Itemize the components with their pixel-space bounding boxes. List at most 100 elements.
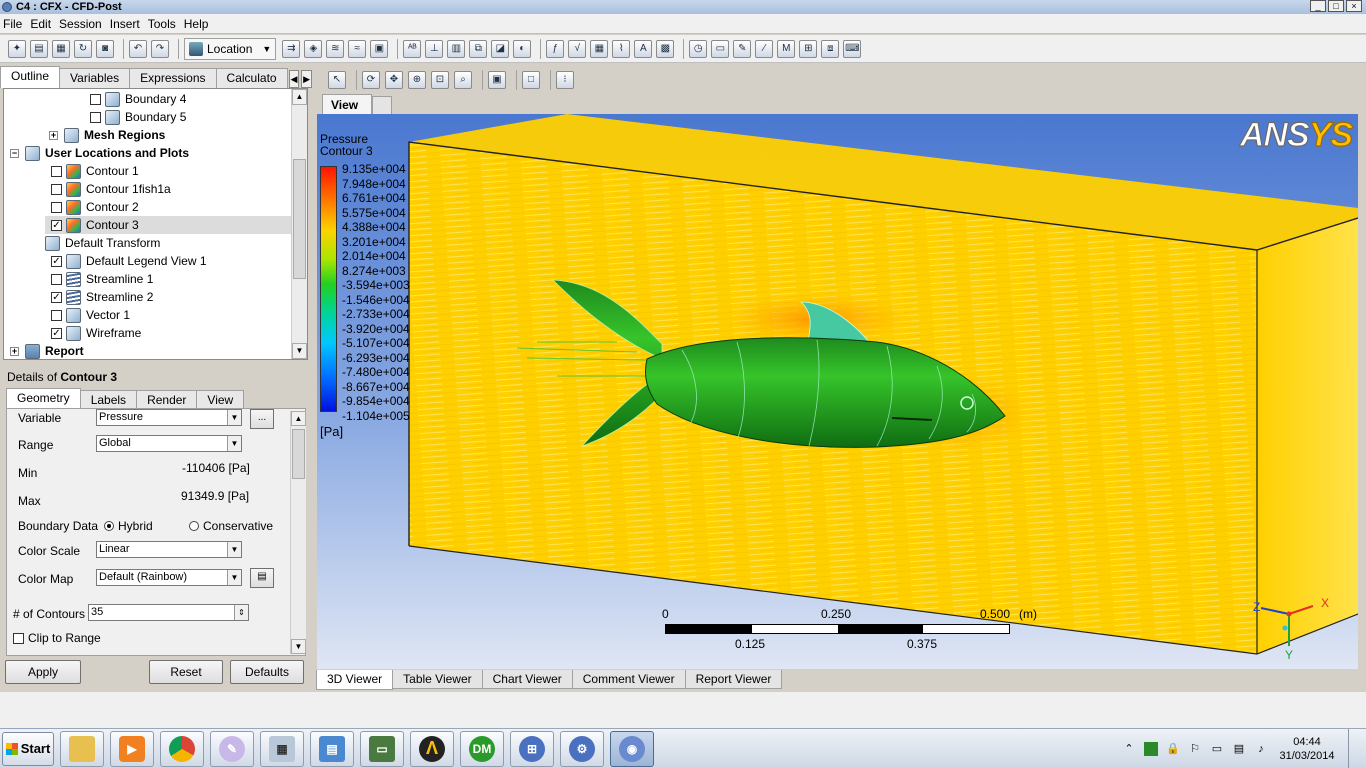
- case-comparison-icon[interactable]: ⧈: [821, 39, 840, 58]
- animation-icon[interactable]: ▭: [711, 39, 730, 58]
- visibility-checkbox[interactable]: [51, 183, 62, 195]
- taskbar-media-player[interactable]: ▶: [110, 730, 154, 767]
- scroll-thumb[interactable]: [292, 429, 305, 479]
- viewport-tab-extra[interactable]: [372, 96, 392, 114]
- maximize-button[interactable]: □: [1328, 0, 1344, 12]
- tree-item-contour-1fish1a[interactable]: Contour 1fish1a: [51, 180, 171, 198]
- tab-labels[interactable]: Labels: [79, 390, 138, 408]
- tray-flag-icon[interactable]: ⚐: [1188, 742, 1202, 756]
- taskbar-chrome[interactable]: [160, 730, 204, 767]
- tab-calculators[interactable]: Calculato: [215, 68, 288, 88]
- clock-icon[interactable]: ◷: [689, 39, 708, 58]
- text-icon[interactable]: ᴬᴮ: [403, 39, 422, 58]
- probe-icon[interactable]: ⁄: [755, 39, 774, 58]
- tray-device-icon[interactable]: ▭: [1210, 742, 1224, 756]
- visibility-checkbox-checked[interactable]: ✓: [51, 255, 62, 267]
- tree-item-boundary-5[interactable]: Boundary 5: [90, 108, 186, 126]
- tray-expand-icon[interactable]: ⌃: [1122, 742, 1136, 756]
- expand-icon[interactable]: +: [10, 346, 19, 356]
- menu-help[interactable]: Help: [181, 17, 214, 31]
- tray-network-icon[interactable]: ▤: [1232, 742, 1246, 756]
- save-state-icon[interactable]: ▦: [52, 39, 70, 58]
- collapse-icon[interactable]: −: [10, 148, 19, 158]
- menu-tools[interactable]: Tools: [145, 17, 181, 31]
- tab-chart-viewer[interactable]: Chart Viewer: [481, 670, 573, 689]
- tab-3d-viewer[interactable]: 3D Viewer: [316, 670, 394, 690]
- tree-item-streamline-1[interactable]: Streamline 1: [51, 270, 153, 288]
- tab-render[interactable]: Render: [136, 390, 198, 408]
- start-button[interactable]: Start: [2, 731, 54, 766]
- command-editor-icon[interactable]: ⌨: [843, 39, 862, 58]
- tab-comment-viewer[interactable]: Comment Viewer: [571, 670, 686, 689]
- color-map-icon[interactable]: ◐: [513, 39, 532, 58]
- visibility-checkbox[interactable]: [51, 165, 62, 177]
- taskbar-ansys-workbench[interactable]: Λ: [410, 730, 454, 767]
- chart-icon[interactable]: ⌇: [612, 39, 631, 58]
- volume-rendering-icon[interactable]: ▣: [370, 39, 389, 58]
- tree-item-user-locations[interactable]: − User Locations and Plots: [10, 144, 189, 162]
- tab-scroll-right-icon[interactable]: ▶: [301, 70, 312, 88]
- visibility-checkbox-checked[interactable]: ✓: [51, 327, 62, 339]
- clock[interactable]: 04:44 31/03/2014: [1272, 735, 1342, 763]
- spinner-icon[interactable]: ⇕: [234, 605, 248, 620]
- visibility-checkbox[interactable]: [90, 93, 101, 105]
- menu-edit[interactable]: Edit: [27, 17, 56, 31]
- tree-item-boundary-4[interactable]: Boundary 4: [90, 90, 186, 108]
- calculator-icon[interactable]: ⊞: [799, 39, 818, 58]
- defaults-button[interactable]: Defaults: [230, 660, 304, 684]
- tree-item-contour-1[interactable]: Contour 1: [51, 162, 139, 180]
- tab-outline[interactable]: Outline: [0, 66, 61, 88]
- fit-view-icon[interactable]: ⌕: [454, 71, 472, 89]
- zoom-icon[interactable]: ⊕: [408, 71, 426, 89]
- tree-item-wireframe[interactable]: ✓ Wireframe: [51, 324, 141, 342]
- taskbar-paint[interactable]: ✎: [210, 730, 254, 767]
- visibility-checkbox[interactable]: [51, 201, 62, 213]
- macro-icon[interactable]: M: [777, 39, 796, 58]
- clip-to-range-checkbox[interactable]: Clip to Range: [13, 631, 101, 645]
- tree-item-vector-1[interactable]: Vector 1: [51, 306, 130, 324]
- coordinate-frame-icon[interactable]: ⊥: [425, 39, 444, 58]
- taskbar-calculator[interactable]: ▦: [260, 730, 304, 767]
- rotate-icon[interactable]: ⟳: [362, 71, 380, 89]
- color-scale-select[interactable]: Linear ▼: [96, 541, 242, 558]
- tab-view-1[interactable]: View 1: [322, 94, 372, 126]
- tree-item-default-transform[interactable]: Default Transform: [45, 234, 160, 252]
- clip-plane-icon[interactable]: ◪: [491, 39, 510, 58]
- comment-icon[interactable]: A: [634, 39, 653, 58]
- contour-icon[interactable]: ◈: [304, 39, 323, 58]
- screenshot-icon[interactable]: ◙: [96, 39, 114, 58]
- menu-file[interactable]: File: [0, 17, 27, 31]
- viewport-layout-icon[interactable]: □: [522, 71, 540, 89]
- refresh-icon[interactable]: ↻: [74, 39, 92, 58]
- scroll-thumb[interactable]: [293, 159, 306, 279]
- color-map-select[interactable]: Default (Rainbow) ▼: [96, 569, 242, 586]
- taskbar-designmodeler[interactable]: DM: [460, 730, 504, 767]
- close-button[interactable]: ×: [1346, 0, 1362, 12]
- instance-transform-icon[interactable]: ⧉: [469, 39, 488, 58]
- tray-app-icon[interactable]: [1144, 742, 1158, 756]
- menu-session[interactable]: Session: [56, 17, 107, 31]
- tab-expressions[interactable]: Expressions: [129, 68, 217, 88]
- table-icon[interactable]: ▦: [590, 39, 609, 58]
- figure-icon[interactable]: ▩: [656, 39, 675, 58]
- 3d-viewport[interactable]: Pressure Contour 3 9.135e+004 7.948e+004…: [317, 114, 1358, 669]
- minimize-button[interactable]: _: [1310, 0, 1326, 12]
- visibility-checkbox[interactable]: [51, 273, 62, 285]
- tab-view[interactable]: View: [196, 390, 245, 408]
- menu-insert[interactable]: Insert: [107, 17, 145, 31]
- zoom-box-icon[interactable]: ⊡: [431, 71, 449, 89]
- visibility-checkbox-checked[interactable]: ✓: [51, 219, 62, 231]
- select-icon[interactable]: ↖: [328, 71, 346, 89]
- redo-icon[interactable]: ↷: [151, 39, 169, 58]
- scroll-up-icon[interactable]: ▲: [291, 411, 306, 426]
- expression-icon[interactable]: √: [568, 39, 587, 58]
- tab-table-viewer[interactable]: Table Viewer: [392, 670, 483, 689]
- legend-icon[interactable]: ▥: [447, 39, 466, 58]
- tree-item-contour-3[interactable]: ✓ Contour 3: [45, 216, 292, 234]
- scroll-up-icon[interactable]: ▲: [292, 89, 307, 105]
- color-map-editor-icon[interactable]: ▤: [250, 568, 274, 588]
- details-scrollbar[interactable]: ▲ ▼: [290, 411, 306, 654]
- variable-select[interactable]: Pressure ▼: [96, 409, 242, 426]
- pan-icon[interactable]: ✥: [385, 71, 403, 89]
- toggle-axis-icon[interactable]: ▣: [488, 71, 506, 89]
